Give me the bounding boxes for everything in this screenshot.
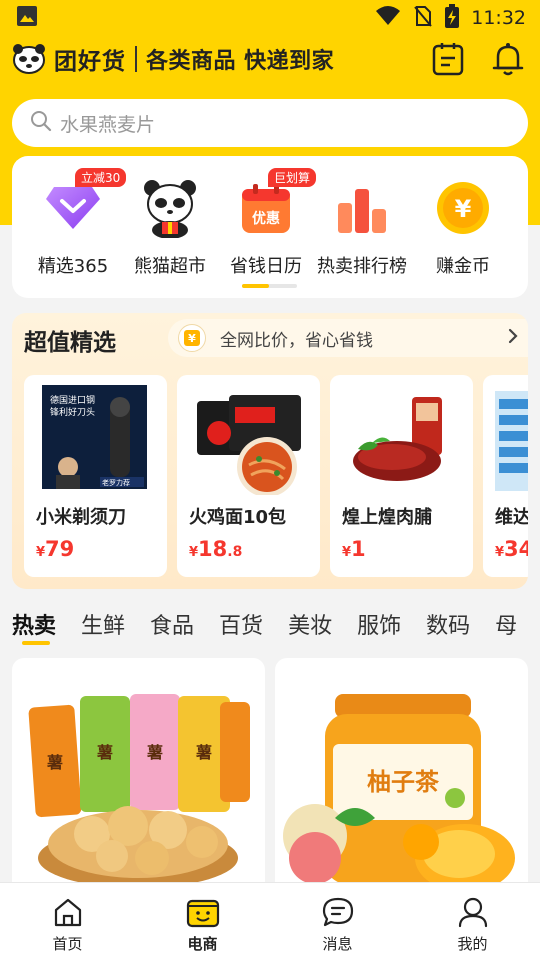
panda-mascot-icon: [140, 178, 200, 238]
calendar-list-icon[interactable]: [430, 40, 466, 78]
featured-section: 超值精选 ¥ 全网比价，省心省钱 德国进口钢 锋利好刀头老罗力荐 小米剃须刀 ¥7…: [12, 313, 528, 589]
product-price: ¥1: [342, 537, 366, 561]
category-label: 熊猫超市: [134, 256, 206, 277]
category-label: 赚金币: [436, 256, 490, 277]
nav-messages[interactable]: 消息: [270, 883, 405, 960]
nav-label: 消息: [322, 935, 353, 953]
category-jingxuan365[interactable]: 立减30 精选365: [25, 168, 127, 278]
product-image: [342, 385, 461, 495]
product-name: 维达: [495, 507, 528, 528]
tab-apparel[interactable]: 服饰: [357, 608, 401, 648]
status-time: 11:32: [471, 7, 526, 29]
app-header: 团好货 各类商品 快递到家: [0, 38, 540, 80]
category-label: 省钱日历: [230, 256, 302, 277]
tab-beauty[interactable]: 美妆: [288, 608, 332, 648]
category-tabs: 热卖 生鲜 食品 百货 美妆 服饰 数码 母: [12, 608, 517, 648]
tab-household[interactable]: 百货: [219, 608, 263, 648]
svg-text:¥: ¥: [188, 332, 196, 345]
svg-text:薯: 薯: [195, 743, 212, 762]
notification-bell-icon[interactable]: [490, 40, 526, 78]
category-badge: 立减30: [75, 168, 127, 187]
header-divider: [135, 46, 137, 72]
nav-profile[interactable]: 我的: [405, 883, 540, 960]
category-hot-ranking[interactable]: 热卖排行榜: [314, 178, 410, 278]
svg-text:老罗力荐: 老罗力荐: [102, 478, 130, 487]
svg-text:德国进口钢: 德国进口钢: [50, 394, 95, 406]
home-icon: [51, 895, 85, 929]
search-input[interactable]: 水果燕麦片: [60, 110, 155, 137]
status-bar: 11:32: [0, 0, 540, 36]
svg-text:薯: 薯: [146, 743, 163, 762]
category-shortcuts: 立减30 精选365 熊猫超市 优惠 巨划算 省钱日历 热卖排行榜 ¥ 赚金币: [12, 156, 528, 298]
chevron-right-icon: [508, 328, 518, 349]
battery-charging-icon: [445, 4, 460, 32]
message-bubble-icon: [321, 895, 355, 929]
diamond-heart-icon: 立减30: [43, 168, 127, 238]
svg-text:薯: 薯: [96, 743, 113, 762]
product-card-tissue[interactable]: 维达 ¥34: [483, 375, 528, 577]
search-bar[interactable]: 水果燕麦片: [12, 99, 528, 147]
tab-maternal[interactable]: 母: [495, 608, 517, 648]
product-price: ¥18.8: [189, 537, 243, 561]
no-sim-icon: [413, 5, 433, 31]
ranking-bars-icon: [332, 178, 392, 238]
wifi-icon: [375, 5, 401, 31]
category-badge: 巨划算: [268, 168, 317, 187]
tab-hot[interactable]: 热卖: [12, 608, 56, 648]
nav-label: 我的: [457, 935, 488, 953]
category-label: 热卖排行榜: [317, 256, 407, 277]
shopping-box-icon: [186, 895, 220, 929]
nav-home[interactable]: 首页: [0, 883, 135, 960]
feed-card-yuzu-tea[interactable]: 柚子茶: [275, 658, 528, 898]
product-price: ¥79: [36, 537, 75, 561]
product-card-noodles[interactable]: 火鸡面10包 ¥18.8: [177, 375, 320, 577]
bottom-navigation: 首页 电商 消息 我的: [0, 882, 540, 960]
svg-text:薯: 薯: [46, 753, 63, 772]
active-tab-indicator: [22, 641, 50, 645]
category-earn-coins[interactable]: ¥ 赚金币: [415, 178, 511, 278]
featured-title: 超值精选: [24, 330, 116, 356]
product-image: 德国进口钢 锋利好刀头老罗力荐: [36, 385, 155, 495]
tab-fresh[interactable]: 生鲜: [81, 608, 125, 648]
product-image: [495, 385, 528, 495]
user-profile-icon: [456, 895, 490, 929]
nav-ecommerce[interactable]: 电商: [135, 883, 270, 960]
nav-label: 首页: [52, 935, 83, 953]
header-slogan: 各类商品 快递到家: [146, 49, 335, 74]
gold-coin-icon: ¥: [433, 178, 493, 238]
tab-digital[interactable]: 数码: [426, 608, 470, 648]
price-compare-banner[interactable]: ¥ 全网比价，省心省钱: [168, 319, 528, 357]
product-image: 柚子茶: [283, 694, 515, 892]
category-label: 精选365: [37, 256, 109, 277]
banner-text: 全网比价，省心省钱: [220, 330, 373, 351]
feed-card-potato-chips[interactable]: 薯 薯 薯 薯: [12, 658, 265, 898]
product-card-shaver[interactable]: 德国进口钢 锋利好刀头老罗力荐 小米剃须刀 ¥79: [24, 375, 167, 577]
category-panda-supermarket[interactable]: 熊猫超市: [122, 178, 218, 278]
svg-text:锋利好刀头: 锋利好刀头: [50, 406, 95, 418]
product-card-jerky[interactable]: 煌上煌肉脯 ¥1: [330, 375, 473, 577]
svg-text:¥: ¥: [455, 195, 472, 223]
svg-text:优惠: 优惠: [252, 210, 280, 227]
svg-text:柚子茶: 柚子茶: [367, 768, 440, 796]
product-name: 小米剃须刀: [36, 507, 126, 528]
product-image: 薯 薯 薯 薯: [28, 694, 250, 888]
panda-logo-icon: [12, 42, 46, 76]
product-name: 火鸡面10包: [189, 507, 287, 528]
product-name: 煌上煌肉脯: [342, 507, 432, 528]
price-tag-icon: ¥: [178, 324, 206, 352]
search-icon: [30, 110, 52, 136]
coupon-calendar-icon: 优惠 巨划算: [236, 168, 317, 238]
product-image: [189, 385, 308, 497]
tab-food[interactable]: 食品: [150, 608, 194, 648]
category-savings-calendar[interactable]: 优惠 巨划算 省钱日历: [218, 168, 317, 278]
category-scroll-indicator: [242, 284, 297, 288]
product-price: ¥34: [495, 537, 528, 561]
nav-label: 电商: [187, 935, 218, 953]
brand-name: 团好货: [54, 49, 126, 75]
gallery-notification-icon: [16, 5, 38, 31]
